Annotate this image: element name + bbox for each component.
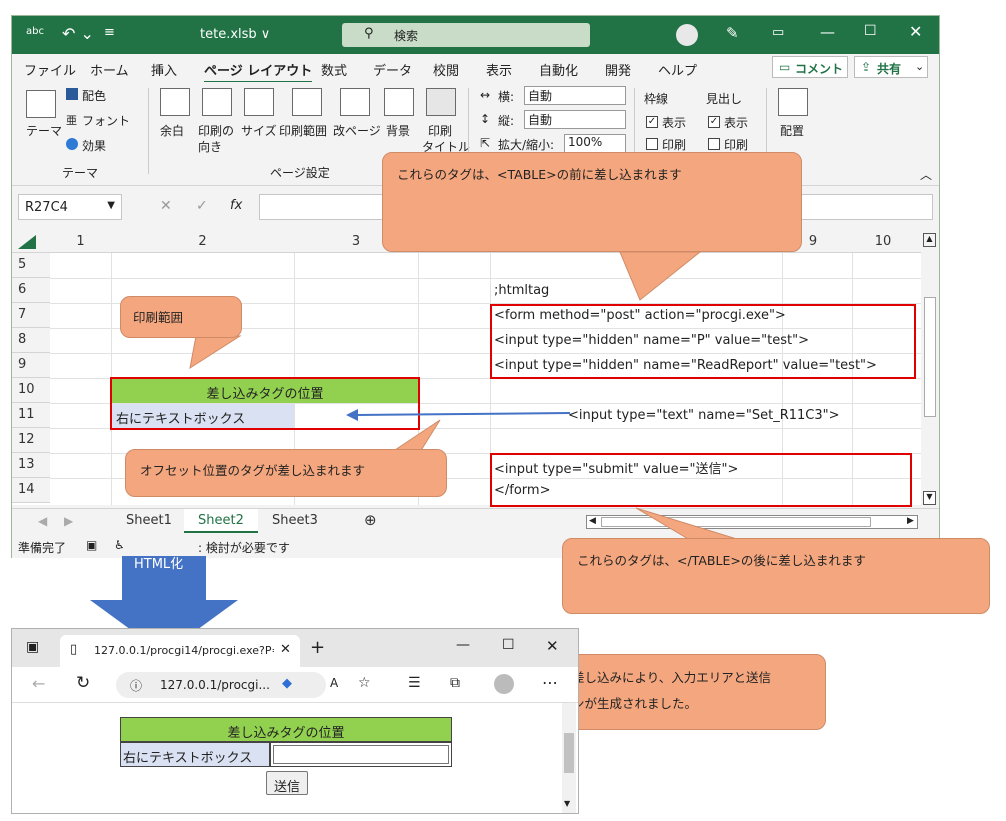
callout-text: 印刷範囲	[133, 310, 184, 325]
read-aloud-icon[interactable]: A	[330, 676, 338, 690]
browser-scroll-thumb[interactable]	[564, 733, 574, 773]
address-bar[interactable]: ⓘ 127.0.0.1/procgi... ◆	[116, 672, 326, 698]
arrow-label: HTML化	[134, 557, 184, 572]
add-favorite-icon[interactable]: ☆	[358, 675, 371, 691]
callout-print-area: 印刷範囲	[120, 296, 242, 338]
address-text: 127.0.0.1/procgi...	[160, 678, 270, 692]
profile-icon[interactable]	[494, 674, 514, 694]
callout-text: これらのタグは、<TABLE>の前に差し込まれます	[397, 167, 682, 182]
browser-maximize-icon[interactable]: ☐	[502, 637, 515, 653]
collections-icon[interactable]: ⧉	[450, 675, 460, 691]
browser-minimize-icon[interactable]: —	[456, 637, 470, 653]
browser-window: ▣ ▯ 127.0.0.1/procgi14/procgi.exe?P= ✕ +…	[11, 628, 579, 814]
page-row-label: 右にテキストボックス	[120, 742, 270, 767]
callout-tail	[189, 335, 242, 370]
callout-before-table: これらのタグは、<TABLE>の前に差し込まれます	[382, 152, 802, 252]
browser-scrollbar[interactable]: ▼	[562, 703, 576, 813]
set-r11c3-input[interactable]	[273, 745, 449, 764]
page-text-cell	[270, 742, 452, 767]
browser-close-icon[interactable]: ✕	[546, 637, 559, 655]
info-icon: ⓘ	[130, 679, 143, 693]
page-table-header: 差し込みタグの位置	[120, 717, 452, 742]
favorites-icon[interactable]: ☰	[408, 675, 421, 691]
callout-after-table: これらのタグは、</TABLE>の後に差し込まれます	[562, 538, 990, 614]
browser-content: 差し込みタグの位置 右にテキストボックス 送信	[12, 703, 562, 813]
page-table-header-text: 差し込みタグの位置	[227, 726, 345, 741]
submit-label: 送信	[273, 780, 300, 795]
back-icon[interactable]: ←	[32, 674, 45, 693]
browser-scroll-down-icon[interactable]: ▼	[564, 799, 570, 808]
submit-button[interactable]: 送信	[266, 771, 308, 795]
callout-offset: オフセット位置のタグが差し込まれます	[125, 449, 447, 497]
callout-text: これらのタグは、</TABLE>の後に差し込まれます	[577, 553, 866, 568]
tab-actions-icon[interactable]: ▣	[26, 639, 39, 655]
browser-toolbar: ← ↻ ⓘ 127.0.0.1/procgi... ◆ A ☆ ☰ ⧉ ⋯	[12, 667, 578, 703]
browser-tab[interactable]: ▯ 127.0.0.1/procgi14/procgi.exe?P= ✕	[60, 635, 300, 667]
callout-text: オフセット位置のタグが差し込まれます	[140, 463, 366, 478]
callout-result: タグ差し込みにより、入力エリアと送信 ボタンが生成されました。	[536, 654, 826, 730]
browser-tab-bar: ▣ ▯ 127.0.0.1/procgi14/procgi.exe?P= ✕ +…	[12, 629, 578, 667]
refresh-icon[interactable]: ↻	[76, 673, 90, 693]
callout-tail	[390, 419, 441, 453]
callout-tail	[619, 251, 702, 301]
callout-tail	[635, 507, 741, 541]
page-row-label-text: 右にテキストボックス	[123, 751, 253, 766]
callout-text: タグ差し込みにより、入力エリアと送信	[547, 670, 772, 685]
tab-title: 127.0.0.1/procgi14/procgi.exe?P=	[94, 644, 274, 657]
new-tab-icon[interactable]: +	[310, 637, 325, 658]
more-icon[interactable]: ⋯	[542, 673, 558, 692]
page-icon: ▯	[70, 642, 78, 657]
tab-close-icon[interactable]: ✕	[280, 642, 291, 657]
extension-icon[interactable]: ◆	[282, 676, 292, 691]
